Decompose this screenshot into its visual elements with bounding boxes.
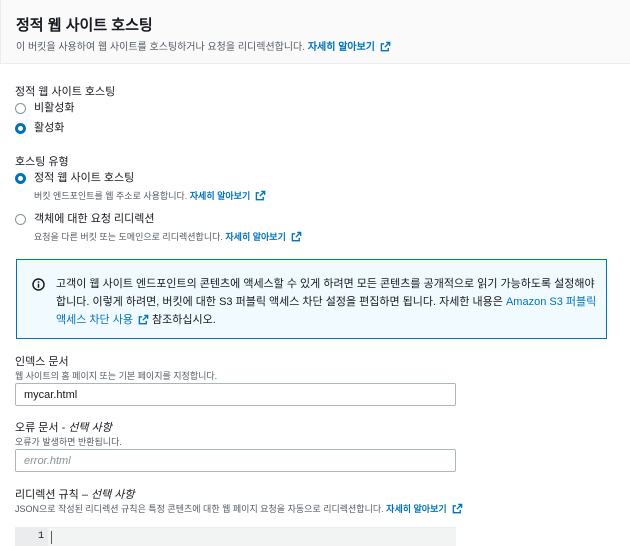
redirect-rules-learn-more-link[interactable]: 자세히 알아보기 [386,503,462,514]
redirect-rules-editor[interactable]: 1 [15,527,456,546]
redirect-rules-learn-more-label[interactable]: 자세히 알아보기 [386,504,446,514]
host-static-site-learn-more-link[interactable]: 자세히 알아보기 [190,190,266,201]
editor-line-number: 1 [15,528,48,546]
header-learn-more-link[interactable]: 자세히 알아보기 [308,41,391,53]
error-document-label-text: 오류 문서 - [15,422,69,434]
hosting-type-label: 호스팅 유형 [15,156,69,168]
external-link-icon [380,41,391,52]
external-link-icon [291,231,302,242]
info-alert-text-part2: 참조하십시오. [152,314,216,326]
error-document-label: 오류 문서 - 선택 사항 [15,419,112,435]
header-description-text: 이 버킷을 사용하여 웹 사이트를 호스팅하거나 요청을 리디렉션합니다. [16,42,306,53]
radio-enable[interactable]: 활성화 [15,122,64,135]
radio-host-static-site[interactable]: 정적 웹 사이트 호스팅 버킷 엔드포인트를 웹 주소로 사용합니다. 자세히 … [15,172,266,202]
redirect-rules-optional-label: 선택 사항 [91,489,135,501]
info-alert: 고객이 웹 사이트 엔드포인트의 콘텐츠에 액세스할 수 있게 하려면 모든 콘… [16,259,607,339]
radio-redirect-requests[interactable]: 객체에 대한 요청 리디렉션 요청을 다른 버킷 또는 도메인으로 리디렉션합니… [15,213,302,243]
error-document-optional-label: 선택 사항 [68,422,112,434]
radio-enable-label: 활성화 [34,122,65,134]
external-link-icon [452,503,462,514]
redirect-rules-label-text: 리디렉션 규칙 – [15,489,92,501]
radio-host-static-site-label: 정적 웹 사이트 호스팅 [34,172,135,184]
radio-host-static-site-circle[interactable] [15,173,26,184]
error-document-description: 오류가 발생하면 반환됩니다. [15,437,122,447]
external-link-icon [138,314,149,325]
radio-redirect-requests-circle[interactable] [15,214,26,225]
info-alert-text: 고객이 웹 사이트 엔드포인트의 콘텐츠에 액세스할 수 있게 하려면 모든 콘… [56,275,601,329]
redirect-requests-learn-more-label[interactable]: 자세히 알아보기 [225,232,285,242]
error-document-input[interactable] [15,449,456,472]
radio-redirect-requests-description: 요청을 다른 버킷 또는 도메인으로 리디렉션합니다. 자세히 알아보기 [34,230,302,243]
header-description: 이 버킷을 사용하여 웹 사이트를 호스팅하거나 요청을 리디렉션합니다. 자세… [16,38,391,53]
info-icon [32,278,45,291]
host-static-site-description-text: 버킷 엔드포인트를 웹 주소로 사용합니다. [34,191,188,201]
section-header: 정적 웹 사이트 호스팅 이 버킷을 사용하여 웹 사이트를 호스팅하거나 요청… [0,0,630,64]
radio-enable-circle[interactable] [15,123,26,134]
redirect-rules-description: JSON으로 작성된 리디렉션 규칙은 특정 콘텐츠에 대한 웹 페이지 요청을… [15,502,463,515]
radio-disable[interactable]: 비활성화 [15,102,74,115]
redirect-rules-description-text: JSON으로 작성된 리디렉션 규칙은 특정 콘텐츠에 대한 웹 페이지 요청을… [15,504,384,514]
page-title: 정적 웹 사이트 호스팅 [16,17,153,34]
radio-disable-label: 비활성화 [34,102,75,114]
header-learn-more-label[interactable]: 자세히 알아보기 [308,42,375,53]
redirect-requests-learn-more-link[interactable]: 자세히 알아보기 [225,231,302,242]
hosting-toggle-label: 정적 웹 사이트 호스팅 [15,86,116,98]
external-link-icon [255,190,266,201]
radio-host-static-site-description: 버킷 엔드포인트를 웹 주소로 사용합니다. 자세히 알아보기 [34,189,266,202]
radio-disable-circle[interactable] [15,103,26,114]
radio-redirect-requests-label: 객체에 대한 요청 리디렉션 [34,213,155,225]
index-document-label: 인덱스 문서 [15,356,69,368]
index-document-input[interactable] [15,383,456,406]
host-static-site-learn-more-label[interactable]: 자세히 알아보기 [190,191,250,201]
editor-cursor [51,531,52,544]
redirect-rules-label: 리디렉션 규칙 – 선택 사항 [15,486,135,502]
redirect-requests-description-text: 요청을 다른 버킷 또는 도메인으로 리디렉션합니다. [34,232,223,242]
index-document-description: 웹 사이트의 홈 페이지 또는 기본 페이지를 지정합니다. [15,371,218,381]
